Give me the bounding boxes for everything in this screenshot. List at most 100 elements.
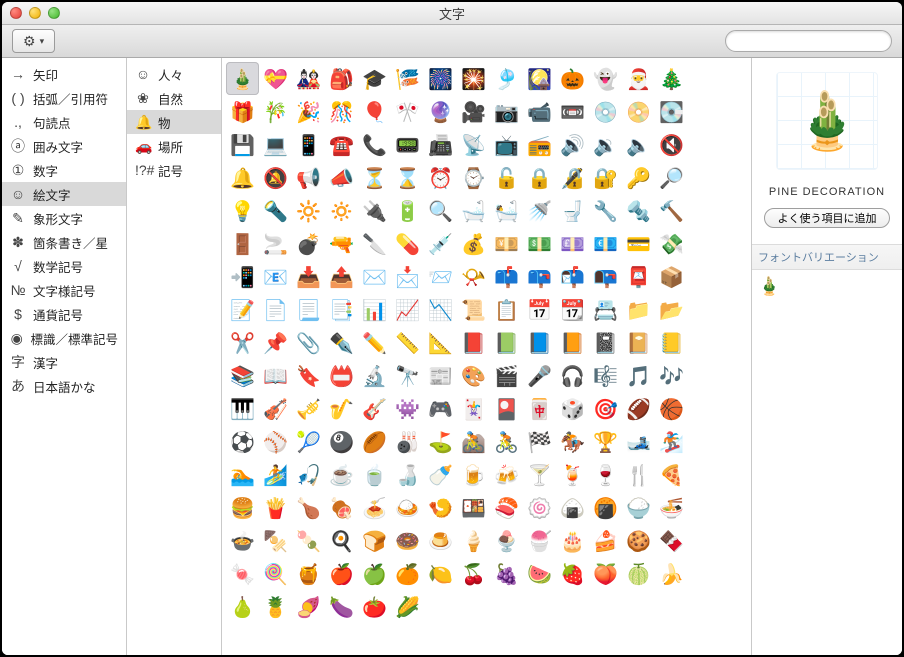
emoji-cell[interactable]: 📄: [259, 293, 292, 326]
emoji-cell[interactable]: ⚽: [226, 425, 259, 458]
emoji-cell[interactable]: 🍊: [391, 557, 424, 590]
emoji-cell[interactable]: ☕: [325, 458, 358, 491]
emoji-cell[interactable]: 🎂: [556, 524, 589, 557]
emoji-cell[interactable]: 📭: [589, 260, 622, 293]
emoji-cell[interactable]: 📜: [457, 293, 490, 326]
emoji-cell[interactable]: 📕: [457, 326, 490, 359]
emoji-cell[interactable]: 💊: [391, 227, 424, 260]
subcategory-item[interactable]: 🔔物: [127, 110, 221, 134]
emoji-cell[interactable]: 🍖: [325, 491, 358, 524]
emoji-cell[interactable]: 🍐: [226, 590, 259, 623]
emoji-cell[interactable]: 🔪: [358, 227, 391, 260]
emoji-cell[interactable]: 🎃: [556, 62, 589, 95]
emoji-cell[interactable]: 🏁: [523, 425, 556, 458]
emoji-cell[interactable]: 🎆: [424, 62, 457, 95]
emoji-cell[interactable]: ✂️: [226, 326, 259, 359]
emoji-cell[interactable]: 💻: [259, 128, 292, 161]
emoji-cell[interactable]: 🏊: [226, 458, 259, 491]
emoji-cell[interactable]: 🎑: [523, 62, 556, 95]
emoji-cell[interactable]: 🍍: [259, 590, 292, 623]
emoji-cell[interactable]: 🍺: [457, 458, 490, 491]
emoji-cell[interactable]: 🔆: [292, 194, 325, 227]
zoom-button[interactable]: [48, 7, 60, 19]
emoji-cell[interactable]: 🍧: [523, 524, 556, 557]
emoji-cell[interactable]: 🍞: [358, 524, 391, 557]
emoji-cell[interactable]: 🎐: [490, 62, 523, 95]
emoji-cell[interactable]: 🍗: [292, 491, 325, 524]
emoji-cell[interactable]: 🎉: [292, 95, 325, 128]
emoji-cell[interactable]: 🔑: [622, 161, 655, 194]
emoji-cell[interactable]: 🍈: [622, 557, 655, 590]
emoji-cell[interactable]: 📐: [424, 326, 457, 359]
category-item[interactable]: №文字様記号: [2, 278, 126, 302]
emoji-cell[interactable]: 🔇: [655, 128, 688, 161]
emoji-cell[interactable]: 📓: [589, 326, 622, 359]
emoji-cell[interactable]: 🍩: [391, 524, 424, 557]
emoji-cell[interactable]: 🍇: [490, 557, 523, 590]
emoji-cell[interactable]: 📼: [556, 95, 589, 128]
emoji-cell[interactable]: 🍒: [457, 557, 490, 590]
emoji-cell[interactable]: 🎷: [325, 392, 358, 425]
emoji-cell[interactable]: 🔒: [523, 161, 556, 194]
emoji-cell[interactable]: 📆: [556, 293, 589, 326]
emoji-cell[interactable]: ⛳: [424, 425, 457, 458]
emoji-cell[interactable]: 📅: [523, 293, 556, 326]
emoji-cell[interactable]: 🍲: [226, 524, 259, 557]
emoji-cell[interactable]: 📔: [622, 326, 655, 359]
emoji-cell[interactable]: 🔫: [325, 227, 358, 260]
emoji-cell[interactable]: 📟: [391, 128, 424, 161]
emoji-cell[interactable]: 🚵: [457, 425, 490, 458]
category-item[interactable]: .,句読点: [2, 110, 126, 134]
emoji-cell[interactable]: 🍝: [358, 491, 391, 524]
emoji-cell[interactable]: 🍏: [358, 557, 391, 590]
emoji-cell[interactable]: 📤: [325, 260, 358, 293]
emoji-cell[interactable]: ⌛: [391, 161, 424, 194]
emoji-cell[interactable]: 📻: [523, 128, 556, 161]
emoji-cell[interactable]: 🍳: [325, 524, 358, 557]
emoji-cell[interactable]: 📋: [490, 293, 523, 326]
emoji-cell[interactable]: 🎱: [325, 425, 358, 458]
close-button[interactable]: [10, 7, 22, 19]
emoji-cell[interactable]: 💉: [424, 227, 457, 260]
subcategory-item[interactable]: !?#記号: [127, 158, 221, 182]
emoji-cell[interactable]: 🏀: [655, 392, 688, 425]
emoji-cell[interactable]: 🎓: [358, 62, 391, 95]
emoji-cell[interactable]: 🚴: [490, 425, 523, 458]
emoji-cell[interactable]: 🍙: [556, 491, 589, 524]
emoji-cell[interactable]: 🏉: [358, 425, 391, 458]
font-variation-sample[interactable]: 🎍: [758, 276, 780, 297]
category-item[interactable]: →矢印: [2, 62, 126, 86]
emoji-cell[interactable]: 🍻: [490, 458, 523, 491]
emoji-cell[interactable]: 🔍: [424, 194, 457, 227]
emoji-cell[interactable]: 💣: [292, 227, 325, 260]
emoji-cell[interactable]: 🎥: [457, 95, 490, 128]
emoji-cell[interactable]: 📌: [259, 326, 292, 359]
emoji-cell[interactable]: 📣: [325, 161, 358, 194]
emoji-cell[interactable]: 🎶: [655, 359, 688, 392]
emoji-cell[interactable]: 🍛: [391, 491, 424, 524]
category-item[interactable]: ①数字: [2, 158, 126, 182]
emoji-cell[interactable]: 🎎: [292, 62, 325, 95]
emoji-cell[interactable]: 📝: [226, 293, 259, 326]
category-item[interactable]: あ日本語かな: [2, 374, 126, 398]
emoji-cell[interactable]: 🍶: [391, 458, 424, 491]
emoji-cell[interactable]: ✉️: [358, 260, 391, 293]
emoji-cell[interactable]: 🔮: [424, 95, 457, 128]
emoji-cell[interactable]: ⌚: [457, 161, 490, 194]
emoji-cell[interactable]: 🔖: [292, 359, 325, 392]
emoji-cell[interactable]: 🍨: [490, 524, 523, 557]
emoji-cell[interactable]: 🔏: [556, 161, 589, 194]
emoji-cell[interactable]: 👾: [391, 392, 424, 425]
emoji-cell[interactable]: 📬: [556, 260, 589, 293]
emoji-cell[interactable]: 🍠: [292, 590, 325, 623]
category-item[interactable]: ✎象形文字: [2, 206, 126, 230]
category-item[interactable]: ☺絵文字: [2, 182, 126, 206]
emoji-cell[interactable]: 💷: [556, 227, 589, 260]
emoji-cell[interactable]: 🎺: [292, 392, 325, 425]
emoji-cell[interactable]: 🎋: [259, 95, 292, 128]
emoji-cell[interactable]: 🎳: [391, 425, 424, 458]
emoji-cell[interactable]: 📱: [292, 128, 325, 161]
emoji-cell[interactable]: 📉: [424, 293, 457, 326]
emoji-cell[interactable]: 📢: [292, 161, 325, 194]
emoji-cell[interactable]: 🍚: [622, 491, 655, 524]
